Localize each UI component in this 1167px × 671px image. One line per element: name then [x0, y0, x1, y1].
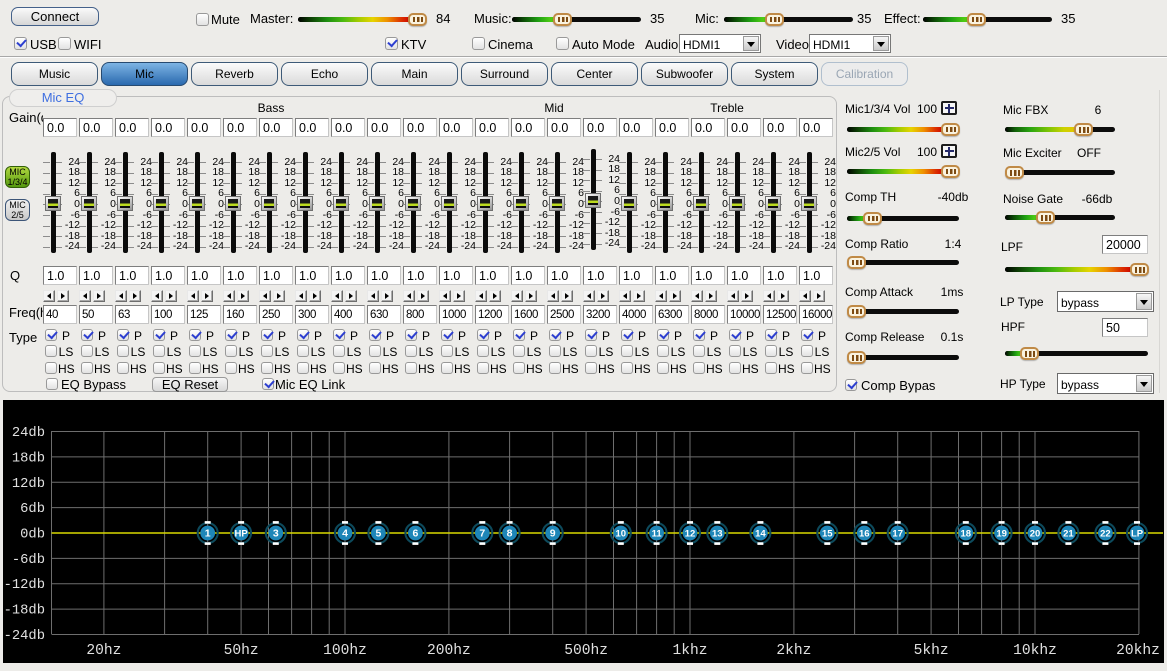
svg-text:8: 8: [507, 528, 513, 540]
svg-text:12db: 12db: [12, 476, 45, 492]
svg-text:5khz: 5khz: [914, 643, 949, 659]
svg-text:19: 19: [996, 529, 1007, 540]
svg-text:20khz: 20khz: [1116, 643, 1160, 659]
svg-text:-18db: -18db: [4, 603, 45, 619]
svg-text:15: 15: [822, 529, 833, 540]
svg-text:12: 12: [685, 529, 696, 540]
svg-text:16: 16: [859, 529, 870, 540]
svg-text:HP: HP: [234, 529, 248, 540]
svg-text:14: 14: [755, 529, 766, 540]
svg-text:LP: LP: [1131, 529, 1144, 540]
svg-text:9: 9: [550, 528, 556, 540]
svg-text:-12db: -12db: [4, 577, 45, 593]
svg-text:-24db: -24db: [4, 628, 45, 644]
svg-text:24db: 24db: [12, 425, 45, 441]
svg-text:18: 18: [961, 529, 972, 540]
svg-text:11: 11: [652, 529, 663, 540]
svg-text:1: 1: [205, 528, 211, 540]
svg-text:6db: 6db: [20, 501, 45, 517]
svg-text:200hz: 200hz: [427, 643, 471, 659]
svg-text:2khz: 2khz: [776, 643, 811, 659]
svg-text:7: 7: [479, 528, 485, 540]
svg-text:17: 17: [892, 529, 903, 540]
svg-text:10khz: 10khz: [1013, 643, 1057, 659]
svg-text:20: 20: [1030, 529, 1041, 540]
svg-text:0db: 0db: [20, 527, 45, 543]
svg-text:50hz: 50hz: [224, 643, 259, 659]
svg-text:500hz: 500hz: [564, 643, 608, 659]
svg-text:18db: 18db: [12, 450, 45, 466]
svg-text:20hz: 20hz: [86, 643, 121, 659]
svg-text:5: 5: [375, 528, 381, 540]
svg-text:13: 13: [712, 529, 723, 540]
svg-text:3: 3: [273, 528, 279, 540]
svg-text:10: 10: [616, 529, 627, 540]
svg-text:6: 6: [412, 528, 418, 540]
svg-text:100hz: 100hz: [323, 643, 367, 659]
svg-text:1khz: 1khz: [672, 643, 707, 659]
svg-text:4: 4: [342, 528, 348, 540]
svg-text:21: 21: [1063, 529, 1074, 540]
svg-text:-6db: -6db: [12, 552, 45, 568]
svg-text:22: 22: [1100, 529, 1111, 540]
